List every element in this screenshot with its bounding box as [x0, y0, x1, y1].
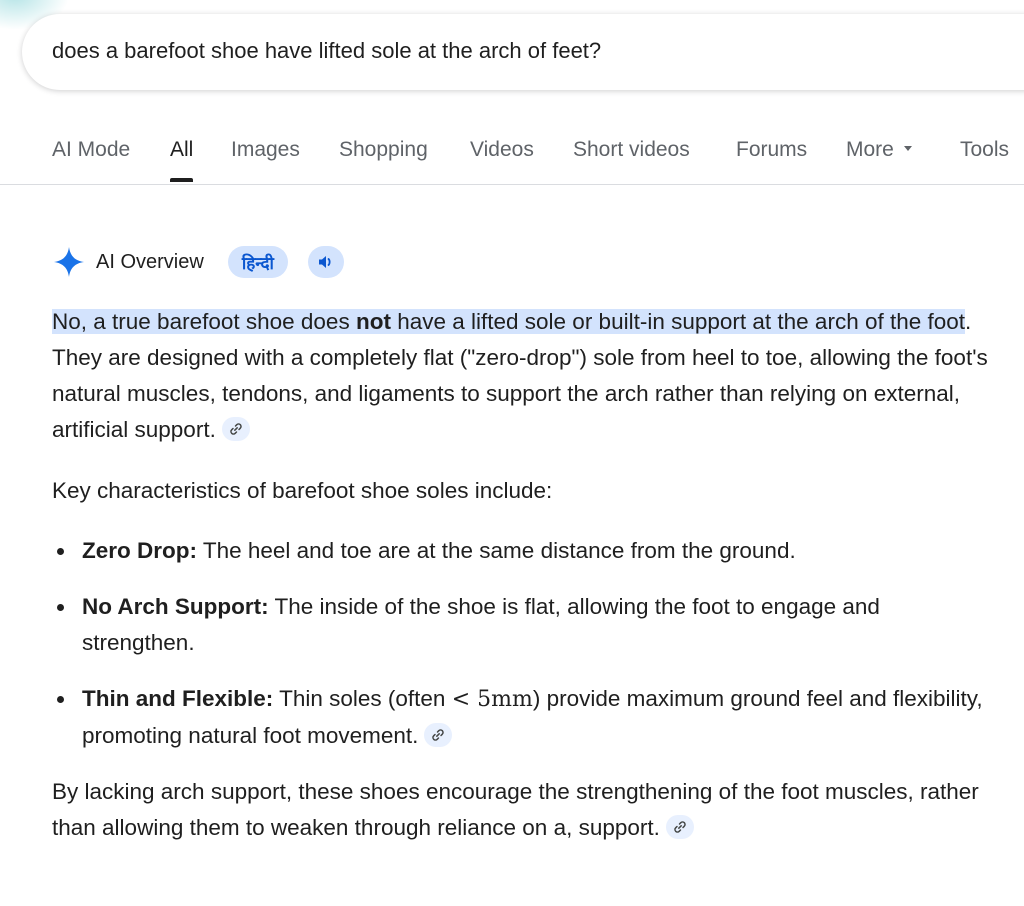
tab-ai-mode[interactable]: AI Mode: [52, 120, 130, 184]
characteristics-list: Zero Drop: The heel and toe are at the s…: [52, 533, 997, 754]
tab-more-label: More: [846, 138, 894, 161]
answer-bold-not: not: [355, 309, 391, 334]
bullet-text: The heel and toe are at the same distanc…: [197, 538, 796, 563]
list-item: No Arch Support: The inside of the shoe …: [52, 589, 997, 661]
bullet-text: Thin soles (often: [273, 686, 452, 711]
tab-short-videos[interactable]: Short videos: [573, 120, 690, 184]
search-results-page: AI Mode All Images Shopping Videos Short…: [0, 0, 1024, 906]
key-characteristics-heading: Key characteristics of barefoot shoe sol…: [52, 478, 553, 503]
source-link-button[interactable]: [221, 417, 250, 442]
search-input[interactable]: [52, 37, 952, 64]
tab-shopping[interactable]: Shopping: [339, 120, 428, 184]
tab-forums[interactable]: Forums: [736, 120, 807, 184]
math-expression: < 5mm: [451, 687, 533, 712]
link-icon: [230, 423, 242, 435]
list-item: Thin and Flexible: Thin soles (often < 5…: [52, 681, 997, 754]
conclusion-paragraph: By lacking arch support, these shoes enc…: [52, 774, 997, 846]
bullet-term: Zero Drop:: [82, 538, 197, 563]
ai-overview-title: AI Overview: [96, 250, 204, 273]
source-link-button[interactable]: [424, 723, 453, 748]
conclusion-text: By lacking arch support, these shoes enc…: [52, 779, 979, 840]
link-icon: [432, 729, 445, 741]
ai-overview-header: AI Overview हिन्दी: [52, 240, 344, 284]
ai-overview-content: No, a true barefoot shoe does not have a…: [52, 304, 997, 846]
search-bar[interactable]: [22, 14, 1024, 90]
listen-button[interactable]: [307, 246, 344, 278]
tab-images[interactable]: Images: [231, 120, 300, 184]
tab-videos[interactable]: Videos: [470, 120, 534, 184]
tab-more[interactable]: More: [846, 120, 912, 184]
source-link-button[interactable]: [665, 815, 694, 840]
answer-text-1: No, a true barefoot shoe does: [52, 309, 356, 334]
caret-down-icon: [903, 145, 912, 151]
highlighted-answer: No, a true barefoot shoe does not have a…: [52, 309, 966, 334]
sparkle-icon: [54, 247, 84, 277]
speaker-icon: [318, 256, 331, 268]
bullet-term: Thin and Flexible:: [82, 686, 274, 711]
tab-tools[interactable]: Tools: [960, 120, 1009, 184]
answer-text-2: have a lifted sole or built-in support a…: [390, 309, 966, 334]
search-tabs: AI Mode All Images Shopping Videos Short…: [0, 120, 1024, 185]
bullet-term: No Arch Support:: [82, 594, 269, 619]
intro-paragraph: No, a true barefoot shoe does not have a…: [52, 304, 997, 448]
list-item: Zero Drop: The heel and toe are at the s…: [52, 533, 997, 569]
tab-all[interactable]: All: [170, 120, 194, 184]
language-chip[interactable]: हिन्दी: [227, 246, 288, 278]
link-icon: [674, 821, 686, 833]
